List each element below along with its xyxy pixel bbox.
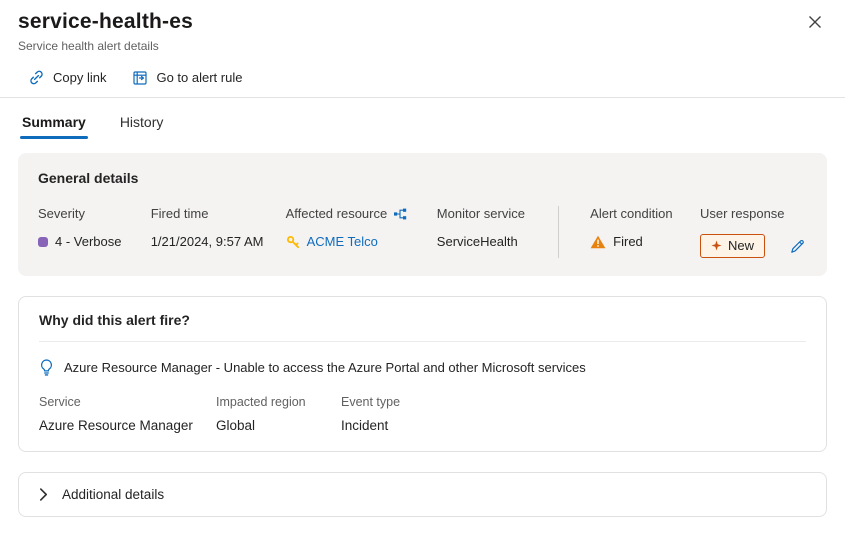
fired-time-label: Fired time (151, 206, 209, 221)
field-user-response: User response New (700, 206, 807, 258)
field-alert-condition: Alert condition Fired (590, 206, 700, 258)
edit-user-response-button[interactable] (788, 237, 807, 256)
why-fired-fields: Service Azure Resource Manager Impacted … (39, 395, 806, 433)
close-button[interactable] (801, 8, 829, 36)
field-affected-resource: Affected resource (286, 206, 437, 258)
why-fired-title: Why did this alert fire? (39, 312, 806, 328)
severity-label: Severity (38, 206, 85, 221)
monitor-service-label: Monitor service (437, 206, 525, 221)
affected-resource-link[interactable]: ACME Telco (307, 234, 378, 249)
field-severity: Severity 4 - Verbose (38, 206, 151, 258)
monitor-service-value: ServiceHealth (437, 234, 518, 249)
impacted-region-value: Global (216, 418, 341, 433)
copy-link-label: Copy link (53, 70, 106, 85)
tab-content: General details Severity 4 - Verbose Fir… (0, 139, 845, 517)
chevron-right-icon (39, 488, 48, 501)
lightbulb-icon (39, 359, 54, 376)
field-service: Service Azure Resource Manager (39, 395, 216, 433)
general-details-fields: Severity 4 - Verbose Fired time 1/21/202… (38, 206, 807, 258)
resource-graph-icon[interactable] (393, 207, 407, 221)
why-fired-card: Why did this alert fire? Azure Resource … (18, 296, 827, 452)
general-details-title: General details (38, 170, 807, 186)
severity-color-swatch (38, 237, 48, 247)
general-details-card: General details Severity 4 - Verbose Fir… (18, 153, 827, 276)
user-response-label: User response (700, 206, 785, 221)
tab-summary[interactable]: Summary (20, 110, 88, 139)
fired-time-value: 1/21/2024, 9:57 AM (151, 234, 264, 249)
page-title: service-health-es (18, 10, 825, 34)
impacted-region-label: Impacted region (216, 395, 341, 409)
tab-bar: Summary History (0, 98, 845, 139)
event-type-value: Incident (341, 418, 806, 433)
alert-condition-value: Fired (613, 234, 643, 249)
link-icon (28, 69, 45, 86)
fire-reason-row: Azure Resource Manager - Unable to acces… (39, 359, 806, 376)
alert-condition-label: Alert condition (590, 206, 672, 221)
fire-reason-text: Azure Resource Manager - Unable to acces… (64, 360, 586, 375)
user-response-chip[interactable]: New (700, 234, 765, 258)
go-to-alert-rule-label: Go to alert rule (156, 70, 242, 85)
edit-pencil-icon (790, 239, 805, 254)
go-to-alert-rule-button[interactable]: Go to alert rule (132, 70, 242, 86)
alert-rule-icon (132, 70, 148, 86)
new-state-icon (711, 240, 722, 251)
affected-resource-label: Affected resource (286, 206, 388, 221)
panel-header: service-health-es Service health alert d… (0, 0, 845, 53)
card-divider (39, 341, 806, 342)
page-subtitle: Service health alert details (18, 39, 825, 53)
vertical-divider (558, 206, 559, 258)
toolbar: Copy link Go to alert rule (0, 53, 845, 98)
severity-value: 4 - Verbose (55, 234, 122, 249)
service-value: Azure Resource Manager (39, 418, 216, 433)
copy-link-button[interactable]: Copy link (28, 69, 106, 86)
user-response-value: New (728, 238, 754, 253)
tab-history[interactable]: History (118, 110, 166, 139)
field-monitor-service: Monitor service ServiceHealth (437, 206, 558, 258)
additional-details-expander[interactable]: Additional details (18, 472, 827, 517)
key-icon (286, 235, 300, 249)
warning-triangle-icon (590, 235, 606, 249)
service-label: Service (39, 395, 216, 409)
alert-details-panel: service-health-es Service health alert d… (0, 0, 845, 517)
field-fired-time: Fired time 1/21/2024, 9:57 AM (151, 206, 286, 258)
additional-details-label: Additional details (62, 487, 164, 502)
field-impacted-region: Impacted region Global (216, 395, 341, 433)
field-event-type: Event type Incident (341, 395, 806, 433)
event-type-label: Event type (341, 395, 806, 409)
close-icon (808, 15, 822, 29)
